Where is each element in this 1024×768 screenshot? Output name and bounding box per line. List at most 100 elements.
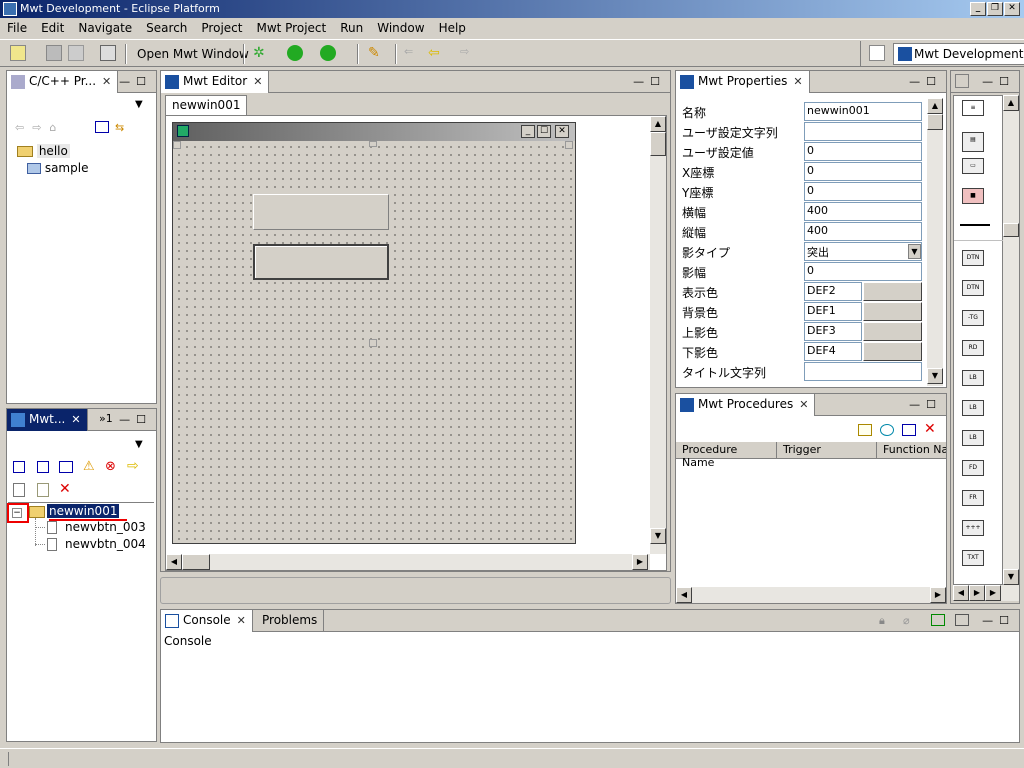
build-icon[interactable] bbox=[100, 45, 116, 61]
tab-mwt-procedures[interactable]: Mwt Procedures ✕ bbox=[676, 394, 816, 416]
menu-search[interactable]: Search bbox=[139, 21, 194, 35]
property-value[interactable] bbox=[804, 122, 922, 141]
property-value[interactable]: DEF1 bbox=[804, 302, 862, 321]
vbutton-newvbtn-003[interactable] bbox=[253, 194, 389, 230]
palette-widget-7[interactable]: FD bbox=[962, 460, 984, 476]
hierarchy-icon[interactable] bbox=[59, 461, 73, 473]
minimize-maximize-icon[interactable]: —☐ bbox=[119, 413, 152, 426]
property-value[interactable]: 400 bbox=[804, 202, 922, 221]
perspective-mwt-development[interactable]: Mwt Development bbox=[893, 43, 1024, 65]
scroll-down-icon[interactable]: ▼ bbox=[1003, 569, 1019, 585]
delete-icon[interactable]: ✕ bbox=[59, 481, 71, 497]
property-value[interactable]: DEF2 bbox=[804, 282, 862, 301]
scroll-up-icon[interactable]: ▲ bbox=[650, 116, 666, 132]
forward-icon[interactable]: ⇨ bbox=[127, 458, 139, 474]
palette-hscrollbar[interactable]: ◀ ▶ ▶ bbox=[953, 585, 1019, 601]
tree-item-newvbtn-003[interactable]: newvbtn_003 bbox=[65, 520, 146, 534]
menu-help[interactable]: Help bbox=[432, 21, 473, 35]
property-value[interactable]: 0 bbox=[804, 162, 922, 181]
scroll-up-icon[interactable]: ▲ bbox=[1003, 95, 1019, 111]
pin-icon[interactable] bbox=[931, 614, 945, 626]
palette-line-icon[interactable] bbox=[960, 224, 990, 226]
refresh-icon[interactable] bbox=[880, 424, 894, 436]
resize-handle[interactable] bbox=[565, 141, 573, 149]
vbutton-newvbtn-004[interactable] bbox=[253, 244, 389, 280]
palette-widget-9[interactable]: +++ bbox=[962, 520, 984, 536]
scroll-right-icon[interactable]: ▶ bbox=[632, 554, 648, 570]
tab-overflow-indicator[interactable]: »1 bbox=[99, 412, 113, 425]
scroll-left-icon[interactable]: ◀ bbox=[953, 585, 969, 601]
property-value[interactable]: 0 bbox=[804, 142, 922, 161]
property-value[interactable]: newwin001 bbox=[804, 102, 922, 121]
dropdown-arrow-icon[interactable]: ▼ bbox=[908, 244, 921, 259]
palette-widget-0[interactable]: DTN bbox=[962, 250, 984, 266]
view-menu-icon[interactable]: ▼ bbox=[135, 99, 143, 110]
link-with-editor-icon[interactable]: ⇆ bbox=[115, 121, 124, 134]
property-value[interactable]: DEF4 bbox=[804, 342, 862, 361]
palette-form-icon[interactable]: ▤ bbox=[962, 132, 984, 152]
palette-widget-10[interactable]: TXT bbox=[962, 550, 984, 566]
tab-cpp-projects[interactable]: C/C++ Pr... ✕ bbox=[7, 71, 119, 93]
property-value[interactable]: 突出 bbox=[804, 242, 922, 261]
palette-label-icon[interactable]: ▭ bbox=[962, 158, 984, 174]
palette-widget-5[interactable]: LB bbox=[962, 400, 984, 416]
resize-handle[interactable] bbox=[173, 141, 181, 149]
restore-button[interactable]: ❐ bbox=[987, 2, 1003, 16]
new-window-icon[interactable] bbox=[13, 461, 25, 473]
minimize-button[interactable]: _ bbox=[970, 2, 986, 16]
menu-mwt-project[interactable]: Mwt Project bbox=[249, 21, 333, 35]
vscroll-thumb[interactable] bbox=[1003, 223, 1019, 237]
color-picker-button[interactable] bbox=[863, 342, 922, 361]
tree-item-newwin001[interactable]: newwin001 bbox=[47, 504, 120, 518]
close-icon[interactable]: ✕ bbox=[799, 398, 808, 411]
palette-vscrollbar[interactable]: ▲ ▼ bbox=[1003, 95, 1019, 585]
collapse-toggle[interactable]: − bbox=[12, 508, 22, 518]
palette-widget-8[interactable]: FR bbox=[962, 490, 984, 506]
menu-edit[interactable]: Edit bbox=[34, 21, 71, 35]
collapse-all-icon[interactable] bbox=[95, 121, 109, 133]
column-procedure-name[interactable]: Procedure Name bbox=[676, 442, 777, 469]
window-frame-titlebar[interactable]: _ ☐ ✕ bbox=[173, 123, 575, 141]
minimize-maximize-icon[interactable]: —☐ bbox=[909, 398, 942, 411]
hscroll-thumb[interactable] bbox=[182, 554, 210, 570]
scroll-down-icon[interactable]: ▼ bbox=[927, 368, 943, 384]
tab-mwt-properties[interactable]: Mwt Properties ✕ bbox=[676, 71, 810, 93]
tab-newwin001[interactable]: newwin001 bbox=[165, 95, 248, 115]
palette-widget-4[interactable]: LB bbox=[962, 370, 984, 386]
view-menu-icon[interactable]: ▼ bbox=[135, 439, 143, 450]
procedures-hscrollbar[interactable]: ◀ ▶ bbox=[676, 587, 946, 603]
close-icon[interactable]: ✕ bbox=[71, 413, 80, 426]
property-value[interactable]: 0 bbox=[804, 182, 922, 201]
scroll-right-icon[interactable]: ▶ bbox=[969, 585, 985, 601]
run-external-icon[interactable] bbox=[320, 45, 336, 61]
back-icon[interactable]: ⇦ bbox=[428, 45, 444, 61]
delete-icon[interactable]: ✕ bbox=[924, 421, 936, 437]
tab-mwt-editor[interactable]: Mwt Editor ✕ bbox=[161, 71, 270, 93]
editor-vscrollbar[interactable]: ▲ ▼ bbox=[650, 116, 666, 554]
scroll-down-icon[interactable]: ▼ bbox=[650, 528, 666, 544]
minimize-maximize-icon[interactable]: —☐ bbox=[982, 75, 1015, 88]
frame-maximize-icon[interactable]: ☐ bbox=[537, 125, 551, 138]
menu-navigate[interactable]: Navigate bbox=[71, 21, 139, 35]
editor-hscrollbar[interactable]: ◀ ▶ bbox=[166, 554, 650, 570]
vscroll-thumb[interactable] bbox=[927, 114, 943, 130]
menu-project[interactable]: Project bbox=[194, 21, 249, 35]
debug-icon[interactable]: ✲ bbox=[253, 45, 269, 61]
menu-window[interactable]: Window bbox=[370, 21, 431, 35]
new-form-icon[interactable] bbox=[37, 461, 49, 473]
tab-mwt[interactable]: Mwt... ✕ bbox=[7, 409, 88, 431]
color-picker-button[interactable] bbox=[863, 322, 922, 341]
frame-minimize-icon[interactable]: _ bbox=[521, 125, 535, 138]
close-icon[interactable]: ✕ bbox=[793, 75, 802, 88]
scroll-left-icon[interactable]: ◀ bbox=[166, 554, 182, 570]
property-value[interactable]: DEF3 bbox=[804, 322, 862, 341]
menu-run[interactable]: Run bbox=[333, 21, 370, 35]
color-picker-button[interactable] bbox=[863, 302, 922, 321]
minimize-maximize-icon[interactable]: —☐ bbox=[982, 614, 1015, 627]
save-icon[interactable] bbox=[46, 45, 62, 61]
palette-image-icon[interactable]: ■ bbox=[962, 188, 984, 204]
scroll-left-icon[interactable]: ◀ bbox=[676, 587, 692, 603]
close-icon[interactable]: ✕ bbox=[237, 614, 246, 627]
scroll-up-icon[interactable]: ▲ bbox=[927, 98, 943, 114]
color-picker-button[interactable] bbox=[863, 282, 922, 301]
